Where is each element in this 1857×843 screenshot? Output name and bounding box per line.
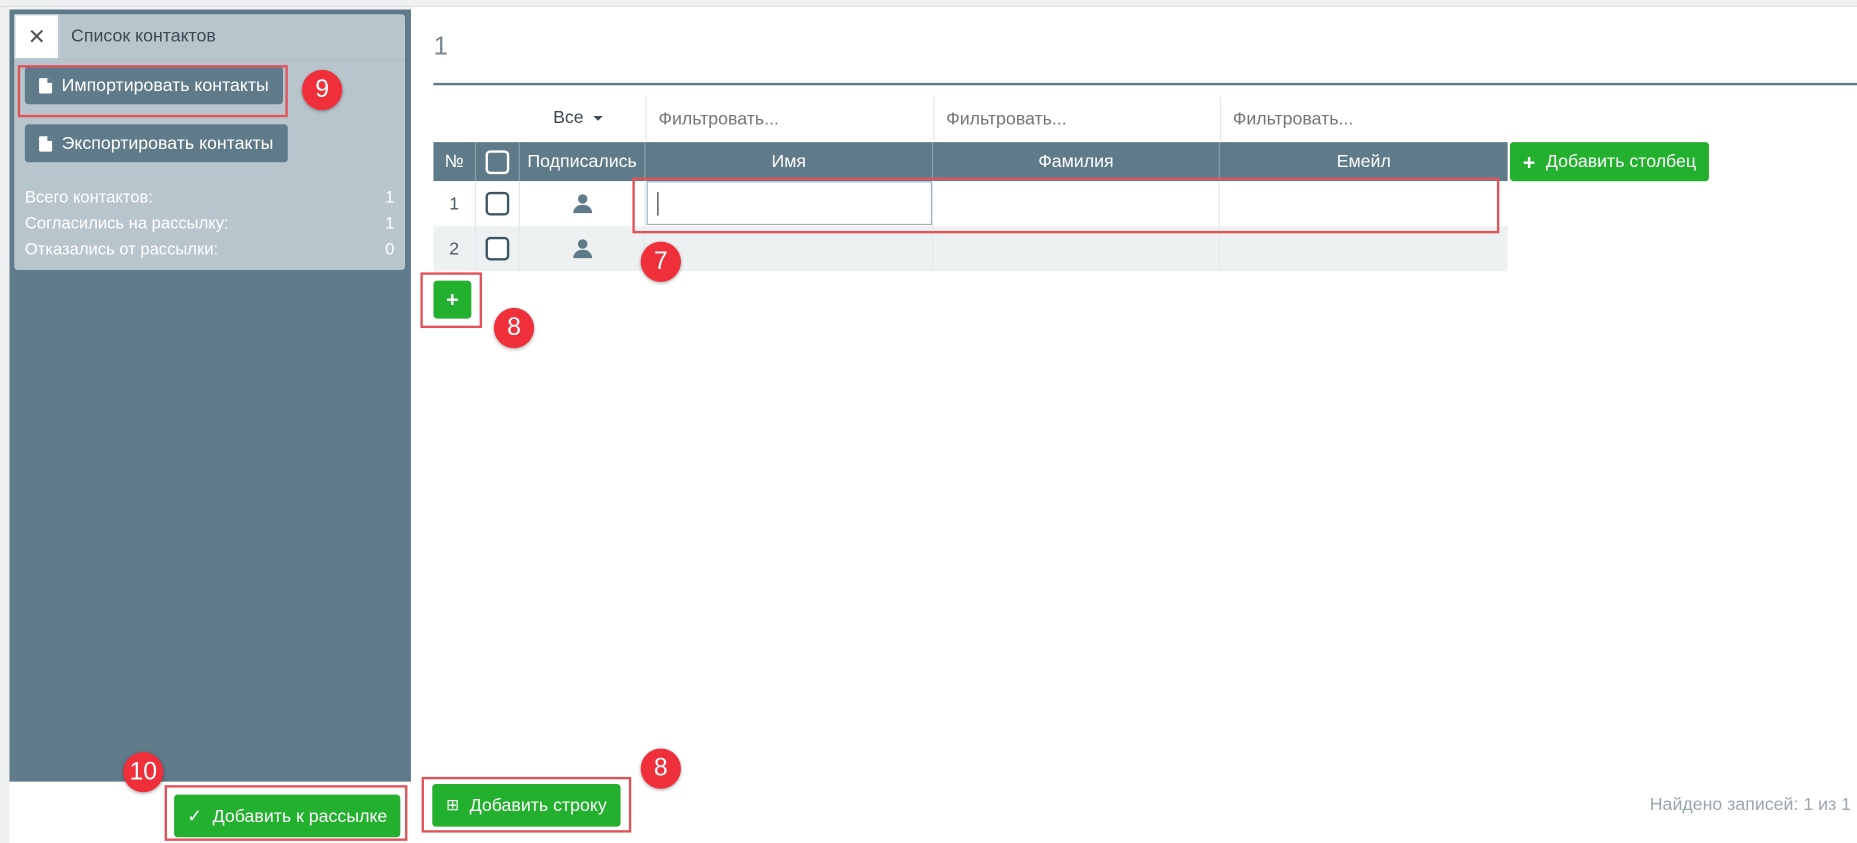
subscribed-cell bbox=[520, 181, 646, 227]
export-contacts-button[interactable]: Экспортировать контакты bbox=[24, 124, 288, 163]
stat-value: 1 bbox=[385, 187, 395, 207]
stat-total-contacts: Всего контактов: 1 bbox=[25, 187, 395, 206]
column-email[interactable]: Емейл bbox=[1220, 142, 1508, 181]
column-last-name[interactable]: Фамилия bbox=[933, 142, 1220, 182]
highlight-import bbox=[17, 65, 288, 118]
add-column-label: Добавить столбец bbox=[1545, 151, 1697, 172]
subscribed-filter-select[interactable]: Все bbox=[553, 108, 603, 128]
sidebar-header: ✕ Список контактов bbox=[14, 14, 406, 60]
app-window: ✕ Список контактов Импортировать контакт… bbox=[0, 0, 1857, 843]
highlight-add-plus bbox=[420, 272, 483, 329]
column-subscribed[interactable]: Подписались bbox=[520, 142, 646, 182]
page-title: 1 bbox=[433, 30, 448, 61]
row-number: 2 bbox=[433, 226, 477, 272]
title-divider bbox=[433, 82, 1857, 86]
file-export-icon bbox=[39, 135, 53, 151]
window-top-border bbox=[0, 0, 1857, 8]
sidebar-title: Список контактов bbox=[71, 26, 216, 47]
chevron-down-icon bbox=[593, 115, 603, 121]
person-icon bbox=[572, 194, 592, 214]
stat-value: 1 bbox=[385, 213, 395, 233]
annotation-badge: 7 bbox=[640, 241, 681, 282]
stat-label: Всего контактов: bbox=[24, 187, 153, 207]
highlight-row-edit bbox=[632, 177, 1500, 234]
records-found-text: Найдено записей: 1 из 1 bbox=[1649, 794, 1852, 815]
stat-unsubscribed: Отказались от рассылки: 0 bbox=[25, 239, 395, 258]
stat-subscribed: Согласились на рассылку: 1 bbox=[25, 213, 395, 232]
last-name-filter-input[interactable] bbox=[933, 97, 1220, 140]
highlight-add-row bbox=[421, 776, 632, 833]
annotation-badge: 10 bbox=[123, 752, 164, 793]
window-left-border bbox=[0, 7, 10, 843]
stat-label: Отказались от рассылки: bbox=[24, 239, 219, 259]
subscribed-cell bbox=[520, 226, 646, 272]
row-checkbox[interactable] bbox=[485, 191, 510, 216]
row-select-cell bbox=[476, 181, 520, 227]
row-select-cell bbox=[476, 226, 520, 272]
annotation-badge: 9 bbox=[301, 69, 343, 111]
email-filter-input[interactable] bbox=[1219, 97, 1508, 140]
subscribed-filter-value: Все bbox=[553, 107, 584, 128]
table-header: № Подписались Имя Фамилия Емейл bbox=[433, 142, 1508, 182]
person-icon bbox=[572, 239, 592, 259]
first-name-filter-input[interactable] bbox=[645, 97, 933, 140]
column-first-name[interactable]: Имя bbox=[645, 142, 934, 182]
screen: ✕ Список контактов Импортировать контакт… bbox=[0, 0, 1857, 843]
highlight-add-to-mailing bbox=[164, 785, 408, 841]
row-number: 1 bbox=[433, 181, 477, 227]
stat-label: Согласились на рассылку: bbox=[24, 213, 229, 233]
annotation-badge: 8 bbox=[493, 307, 535, 349]
export-contacts-label: Экспортировать контакты bbox=[61, 133, 274, 154]
annotation-badge: 8 bbox=[640, 748, 681, 789]
close-button[interactable]: ✕ bbox=[14, 14, 60, 60]
plus-icon: + bbox=[1522, 149, 1536, 174]
add-column-button[interactable]: + Добавить столбец bbox=[1509, 142, 1709, 182]
select-all-checkbox[interactable] bbox=[485, 149, 510, 174]
stat-value: 0 bbox=[385, 239, 395, 259]
column-number: № bbox=[433, 142, 477, 182]
row-checkbox[interactable] bbox=[485, 236, 510, 261]
sidebar: ✕ Список контактов Импортировать контакт… bbox=[9, 9, 411, 782]
close-icon: ✕ bbox=[27, 24, 46, 48]
column-select-all bbox=[476, 142, 520, 182]
